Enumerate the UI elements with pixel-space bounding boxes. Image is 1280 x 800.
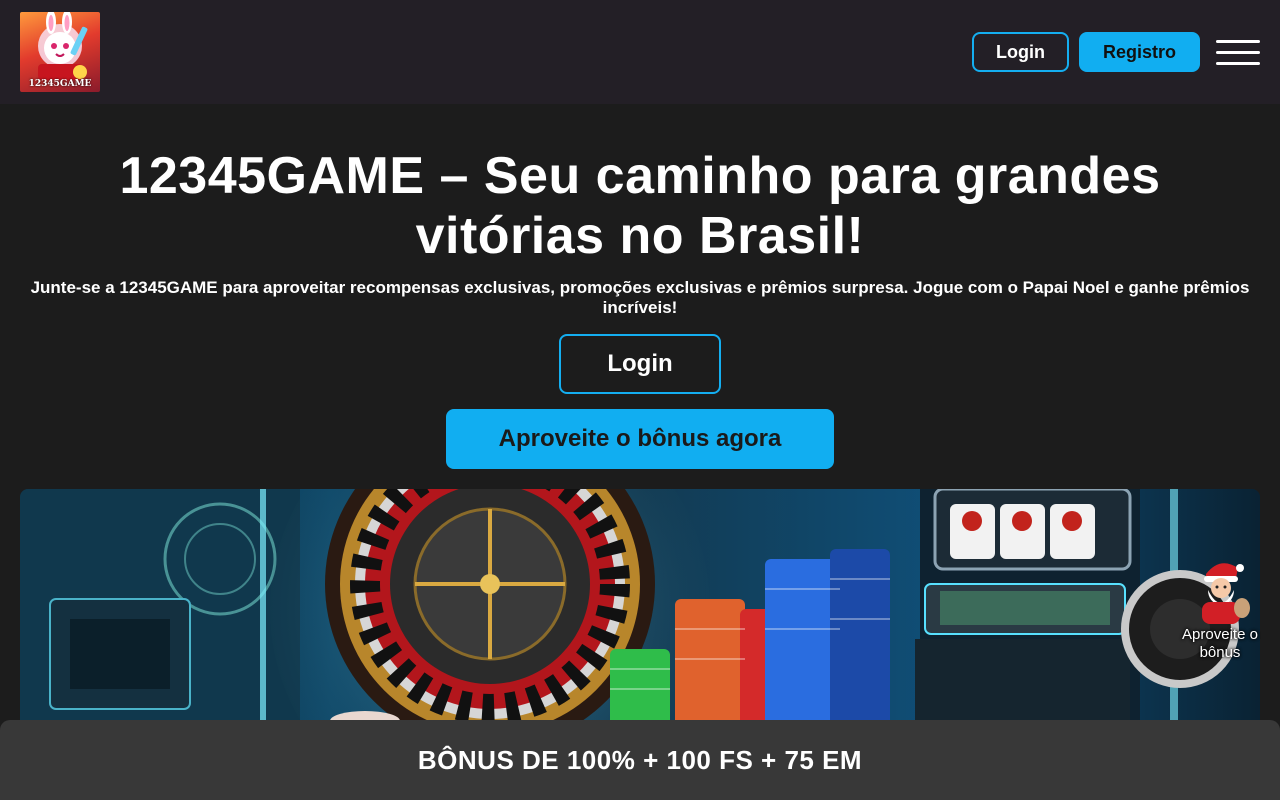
claim-bonus-button[interactable]: Aproveite o bônus agora — [446, 409, 834, 469]
hero-login-button[interactable]: Login — [559, 334, 721, 394]
casino-illustration — [20, 489, 1239, 729]
hero-subtitle: Junte-se a 12345GAME para aproveitar rec… — [30, 278, 1250, 317]
header-register-button[interactable]: Registro — [1079, 32, 1200, 72]
bonus-offer-bar[interactable]: BÔNUS DE 100% + 100 FS + 75 EM — [0, 720, 1280, 800]
floating-bonus-widget[interactable]: Aproveite o bônus — [1180, 556, 1260, 668]
header-login-button[interactable]: Login — [972, 32, 1069, 72]
logo-text: 12345GAME — [28, 79, 92, 89]
page-title: 12345GAME – Seu caminho para grandes vit… — [119, 147, 1161, 265]
menu-line — [1216, 61, 1260, 65]
site-logo[interactable]: 12345GAME — [20, 12, 100, 92]
menu-line — [1216, 39, 1260, 43]
hamburger-menu-icon[interactable] — [1216, 32, 1260, 72]
menu-line — [1216, 50, 1260, 54]
header-actions: Login Registro — [972, 32, 1260, 72]
floating-bonus-label: Aproveite o bônus — [1182, 626, 1258, 661]
casino-banner-image — [20, 489, 1260, 729]
santa-claus-icon — [1202, 563, 1250, 624]
bonus-offer-text: BÔNUS DE 100% + 100 FS + 75 EM — [417, 744, 863, 775]
site-header: 12345GAME Login Registro — [0, 0, 1280, 104]
